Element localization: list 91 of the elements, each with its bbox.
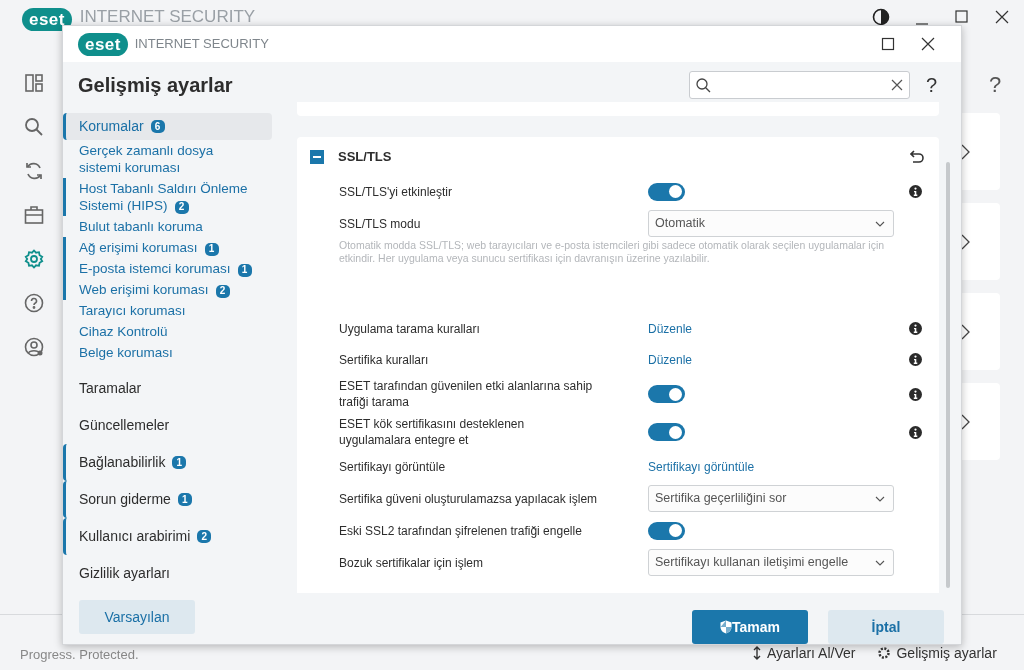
scrollbar[interactable]	[946, 162, 950, 588]
sidebar-item[interactable]: Taramalar	[63, 370, 272, 407]
search-field[interactable]	[688, 71, 910, 99]
link[interactable]: Düzenle	[648, 350, 693, 369]
settings-icon[interactable]	[24, 249, 44, 269]
ok-button[interactable]: Tamam	[692, 610, 808, 644]
chevron-right-icon[interactable]	[961, 233, 970, 250]
count-badge: 2	[215, 284, 230, 298]
sidebar-item[interactable]: Ağ erişimi koruması 1	[63, 237, 258, 258]
sidebar-item[interactable]: Bulut tabanlı koruma	[63, 216, 258, 237]
section-title: SSL/TLS	[338, 148, 392, 167]
import-export-link[interactable]: Ayarları Al/Ver	[767, 646, 856, 660]
clear-icon[interactable]	[890, 79, 903, 91]
sidebar-item[interactable]: Host Tabanlı Saldırı Önleme Sistemi (HIPS) 2	[63, 178, 258, 216]
info-icon[interactable]	[909, 387, 922, 401]
sidebar-item[interactable]: Sorun giderme 1	[63, 481, 272, 518]
shield-icon	[720, 620, 732, 634]
link[interactable]: Düzenle	[648, 319, 693, 338]
setting-label: ESET tarafından güvenilen etki alanlarına sahip trafiği tarama	[339, 379, 593, 409]
close-icon[interactable]	[994, 9, 1010, 25]
link[interactable]: Sertifikayı görüntüle	[648, 457, 755, 476]
sidebar-item[interactable]: Web erişimi koruması 2	[63, 279, 258, 300]
sidebar-item[interactable]: E-posta istemci koruması 1	[63, 258, 258, 279]
refresh-icon[interactable]	[24, 161, 44, 181]
setting-label: Sertifikayı görüntüle	[339, 459, 446, 474]
dropdown[interactable]: Sertifika geçerliliğini sor	[648, 485, 894, 512]
count-badge: 1	[204, 242, 219, 256]
settings-icon	[877, 646, 892, 660]
info-icon[interactable]	[909, 322, 922, 335]
help-icon[interactable]	[24, 293, 44, 313]
chevron-down-icon	[875, 559, 885, 566]
chevron-right-icon[interactable]	[961, 413, 970, 430]
info-icon[interactable]	[909, 425, 922, 439]
eset-logo: eset	[22, 8, 72, 31]
toggle-switch[interactable]	[648, 182, 685, 201]
default-button[interactable]: Varsayılan	[79, 600, 195, 634]
chevron-right-icon[interactable]	[961, 323, 970, 340]
sidebar-item[interactable]: Korumalar 6	[63, 113, 272, 140]
eset-logo: eset	[78, 32, 128, 56]
count-badge: 1	[172, 456, 187, 469]
setting-label: ESET kök sertifikasını desteklenen uygulamalara entegre et	[339, 417, 525, 447]
contrast-icon[interactable]	[872, 8, 890, 26]
user-icon[interactable]	[24, 337, 44, 357]
toggle-switch[interactable]	[648, 385, 685, 403]
description-text: Otomatik modda SSL/TLS; web tarayıcıları ve e-posta istemcileri gibi sadece otomatik olarak seçilen uygulamalar için etkindir. Her uygulama veya sunucu sertifikası için davranışın üzerine yazılabilir.	[338, 239, 886, 265]
sidebar-item[interactable]: Belge koruması	[63, 342, 258, 363]
info-icon[interactable]	[909, 353, 922, 366]
maximize-icon[interactable]	[881, 37, 895, 51]
setting-label: Eski SSL2 tarafından şifrelenen trafiği engelle	[339, 523, 582, 538]
dialog-title: Gelişmiş ayarlar	[78, 73, 233, 98]
chevron-right-icon[interactable]	[961, 143, 970, 160]
product-name: INTERNET SECURITY	[79, 8, 256, 25]
collapse-icon[interactable]	[310, 150, 324, 164]
info-icon[interactable]	[909, 185, 922, 198]
help-icon[interactable]: ?	[989, 68, 1002, 101]
status-text: Progress. Protected.	[20, 648, 139, 661]
help-icon[interactable]: ?	[925, 70, 937, 100]
sidebar-item[interactable]: Gerçek zamanlı dosya sistemi koruması	[63, 140, 258, 178]
search-icon[interactable]	[24, 117, 44, 137]
setting-label: SSL/TLS'yi etkinleştir	[339, 184, 452, 199]
arrows-icon	[752, 646, 762, 660]
sidebar-item[interactable]: Tarayıcı koruması	[63, 300, 258, 321]
toggle-switch[interactable]	[648, 521, 685, 540]
setting-label: Sertifika kuralları	[339, 352, 429, 367]
sidebar-item[interactable]: Gizlilik ayarları	[63, 555, 272, 592]
count-badge: 1	[237, 263, 252, 277]
count-badge: 2	[197, 530, 212, 543]
setting-label: Bozuk sertifikalar için işlem	[339, 555, 484, 570]
count-badge: 2	[174, 200, 189, 214]
chevron-down-icon	[875, 495, 885, 502]
close-icon[interactable]	[921, 37, 935, 51]
sidebar-item[interactable]: Bağlanabilirlik 1	[63, 444, 272, 481]
dropdown[interactable]: Otomatik	[648, 210, 894, 237]
count-badge: 6	[150, 120, 165, 133]
sidebar-item[interactable]: Güncellemeler	[63, 407, 272, 444]
dropdown[interactable]: Sertifikayı kullanan iletişimi engelle	[648, 549, 894, 576]
product-name: INTERNET SECURITY	[134, 35, 269, 54]
count-badge: 1	[177, 493, 192, 506]
setting-label: Uygulama tarama kuralları	[339, 321, 480, 336]
search-icon	[695, 77, 711, 93]
dashboard-icon[interactable]	[24, 73, 44, 93]
sidebar-item[interactable]: Cihaz Kontrolü	[63, 321, 258, 342]
briefcase-icon[interactable]	[24, 205, 44, 225]
cancel-button[interactable]: İptal	[828, 610, 944, 644]
setting-label: SSL/TLS modu	[339, 216, 421, 231]
advanced-settings-link[interactable]: Gelişmiş ayarlar	[896, 646, 997, 660]
toggle-switch[interactable]	[648, 423, 685, 441]
sidebar-item[interactable]: Kullanıcı arabirimi 2	[63, 518, 272, 555]
reset-icon[interactable]	[910, 150, 924, 164]
setting-label: Sertifika güveni oluşturulamazsa yapılacak işlem	[339, 491, 598, 506]
chevron-down-icon	[875, 220, 885, 227]
